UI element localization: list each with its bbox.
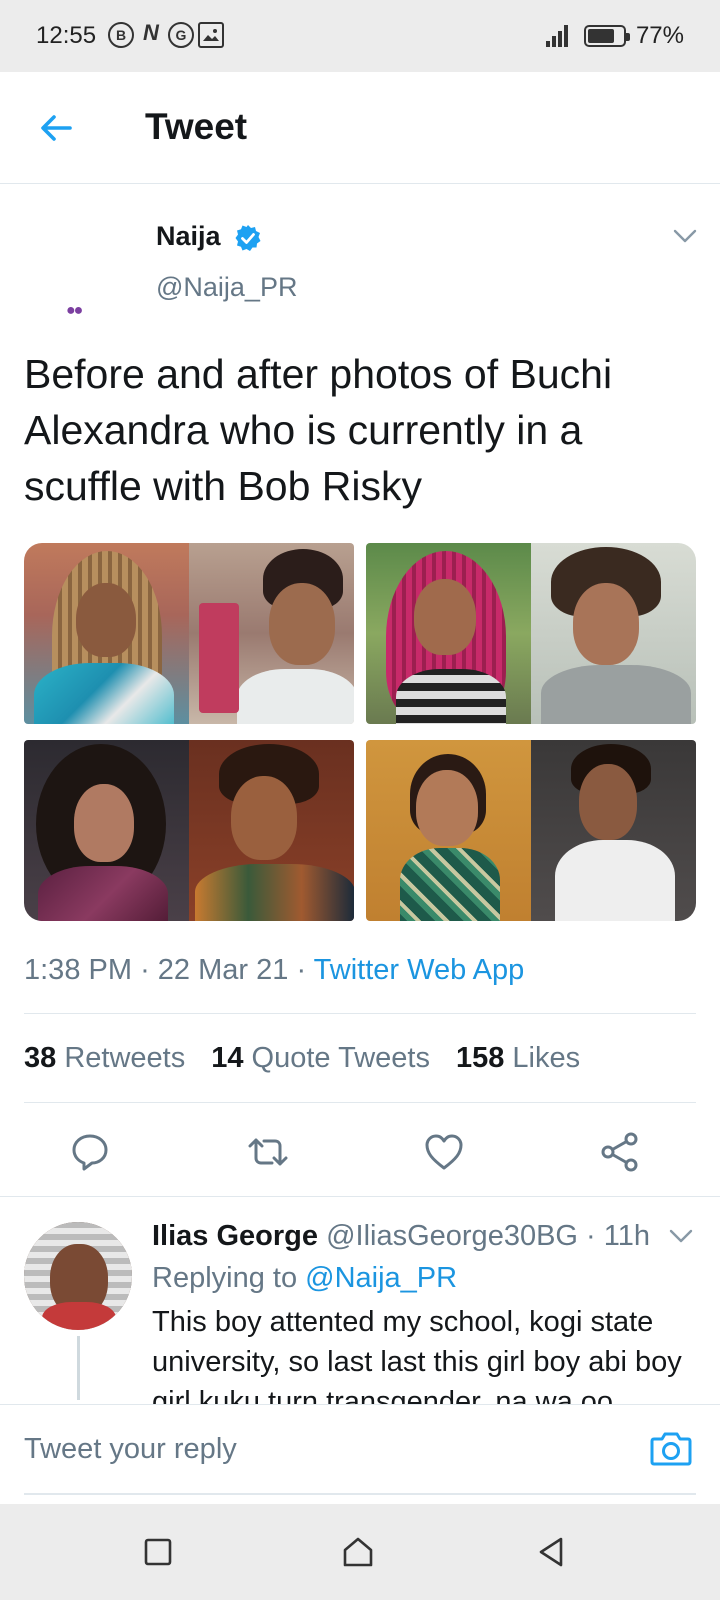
tweet-source-link[interactable]: Twitter Web App bbox=[314, 954, 525, 986]
divider bbox=[24, 1013, 696, 1014]
reply-header: Ilias George @IliasGeorge30BG · 11h bbox=[152, 1220, 650, 1253]
reply-input[interactable] bbox=[24, 1419, 624, 1479]
author-avatar[interactable]: ●● bbox=[24, 210, 128, 319]
composer-underline bbox=[24, 1493, 696, 1495]
reply-icon[interactable] bbox=[68, 1130, 112, 1174]
chevron-down-icon[interactable] bbox=[668, 1226, 694, 1246]
home-icon[interactable] bbox=[340, 1534, 376, 1570]
tweet-text: Before and after photos of Buchi Alexand… bbox=[24, 351, 613, 509]
meta-separator: · bbox=[296, 954, 307, 986]
media-photo-4[interactable] bbox=[366, 740, 696, 921]
page-title: Tweet bbox=[145, 106, 248, 147]
replying-to: Replying to @Naija_PR bbox=[152, 1262, 457, 1295]
quotes-count: 14 bbox=[211, 1042, 244, 1074]
system-icons: 77% bbox=[545, 22, 684, 50]
author-name[interactable]: Naija bbox=[156, 221, 221, 252]
media-photo-1[interactable] bbox=[24, 543, 354, 724]
media-grid bbox=[24, 543, 696, 923]
status-bar: 12:55 B N G 77% bbox=[0, 0, 720, 72]
top-app-bar: Tweet bbox=[0, 72, 720, 184]
retweets-count: 38 bbox=[24, 1042, 57, 1074]
media-photo-3[interactable] bbox=[24, 740, 354, 921]
back-arrow-icon[interactable] bbox=[36, 108, 76, 148]
status-time: 12:55 bbox=[36, 22, 97, 49]
quote-tweets-stat[interactable]: 14 Quote Tweets bbox=[211, 1042, 430, 1075]
n-icon: N bbox=[143, 20, 159, 45]
swirl-icon: G bbox=[168, 22, 194, 48]
reply-composer bbox=[0, 1404, 720, 1502]
share-icon[interactable] bbox=[598, 1130, 642, 1174]
tweet-meta: 1:38 PM · 22 Mar 21 · Twitter Web App bbox=[24, 954, 524, 987]
reply-avatar[interactable] bbox=[24, 1222, 132, 1330]
replying-to-mention[interactable]: @Naija_PR bbox=[305, 1262, 457, 1294]
quotes-label: Quote Tweets bbox=[251, 1042, 430, 1074]
signal-icon bbox=[545, 25, 574, 47]
media-photo-2[interactable] bbox=[366, 543, 696, 724]
battery-fill bbox=[587, 29, 614, 43]
avatar-emoji-icon: ●● bbox=[66, 302, 83, 319]
recents-square-icon[interactable] bbox=[140, 1534, 176, 1570]
thread-line bbox=[77, 1336, 80, 1400]
likes-stat[interactable]: 158 Likes bbox=[456, 1042, 580, 1075]
verified-badge-icon bbox=[234, 224, 262, 252]
tweet-date: 22 Mar 21 bbox=[157, 954, 289, 986]
image-icon bbox=[198, 22, 224, 48]
b-icon: B bbox=[108, 22, 134, 48]
divider bbox=[0, 1196, 720, 1197]
chevron-down-icon[interactable] bbox=[672, 226, 698, 246]
reply-author-handle[interactable]: @IliasGeorge30BG bbox=[326, 1220, 578, 1252]
notification-icons: B N G bbox=[108, 22, 224, 48]
battery-icon bbox=[583, 25, 630, 47]
tweet-time: 1:38 PM bbox=[24, 954, 132, 986]
divider bbox=[24, 1102, 696, 1103]
reply-time: · 11h bbox=[586, 1220, 650, 1252]
camera-icon[interactable] bbox=[648, 1425, 694, 1471]
likes-label: Likes bbox=[512, 1042, 581, 1074]
tweet-stats: 38 Retweets 14 Quote Tweets 158 Likes bbox=[24, 1042, 580, 1075]
meta-separator: · bbox=[140, 954, 150, 986]
tweet-actions bbox=[0, 1130, 720, 1190]
battery-percent: 77% bbox=[635, 22, 684, 49]
like-heart-icon[interactable] bbox=[422, 1130, 466, 1174]
author-handle[interactable]: @Naija_PR bbox=[156, 272, 297, 303]
likes-count: 158 bbox=[455, 1042, 505, 1074]
retweets-stat[interactable]: 38 Retweets bbox=[24, 1042, 185, 1075]
system-nav-bar bbox=[0, 1504, 720, 1600]
reply-author-name[interactable]: Ilias George bbox=[152, 1220, 318, 1252]
back-triangle-icon[interactable] bbox=[534, 1534, 570, 1570]
replying-to-label: Replying to bbox=[152, 1262, 298, 1294]
retweet-icon[interactable] bbox=[246, 1130, 290, 1174]
retweets-label: Retweets bbox=[64, 1042, 186, 1074]
